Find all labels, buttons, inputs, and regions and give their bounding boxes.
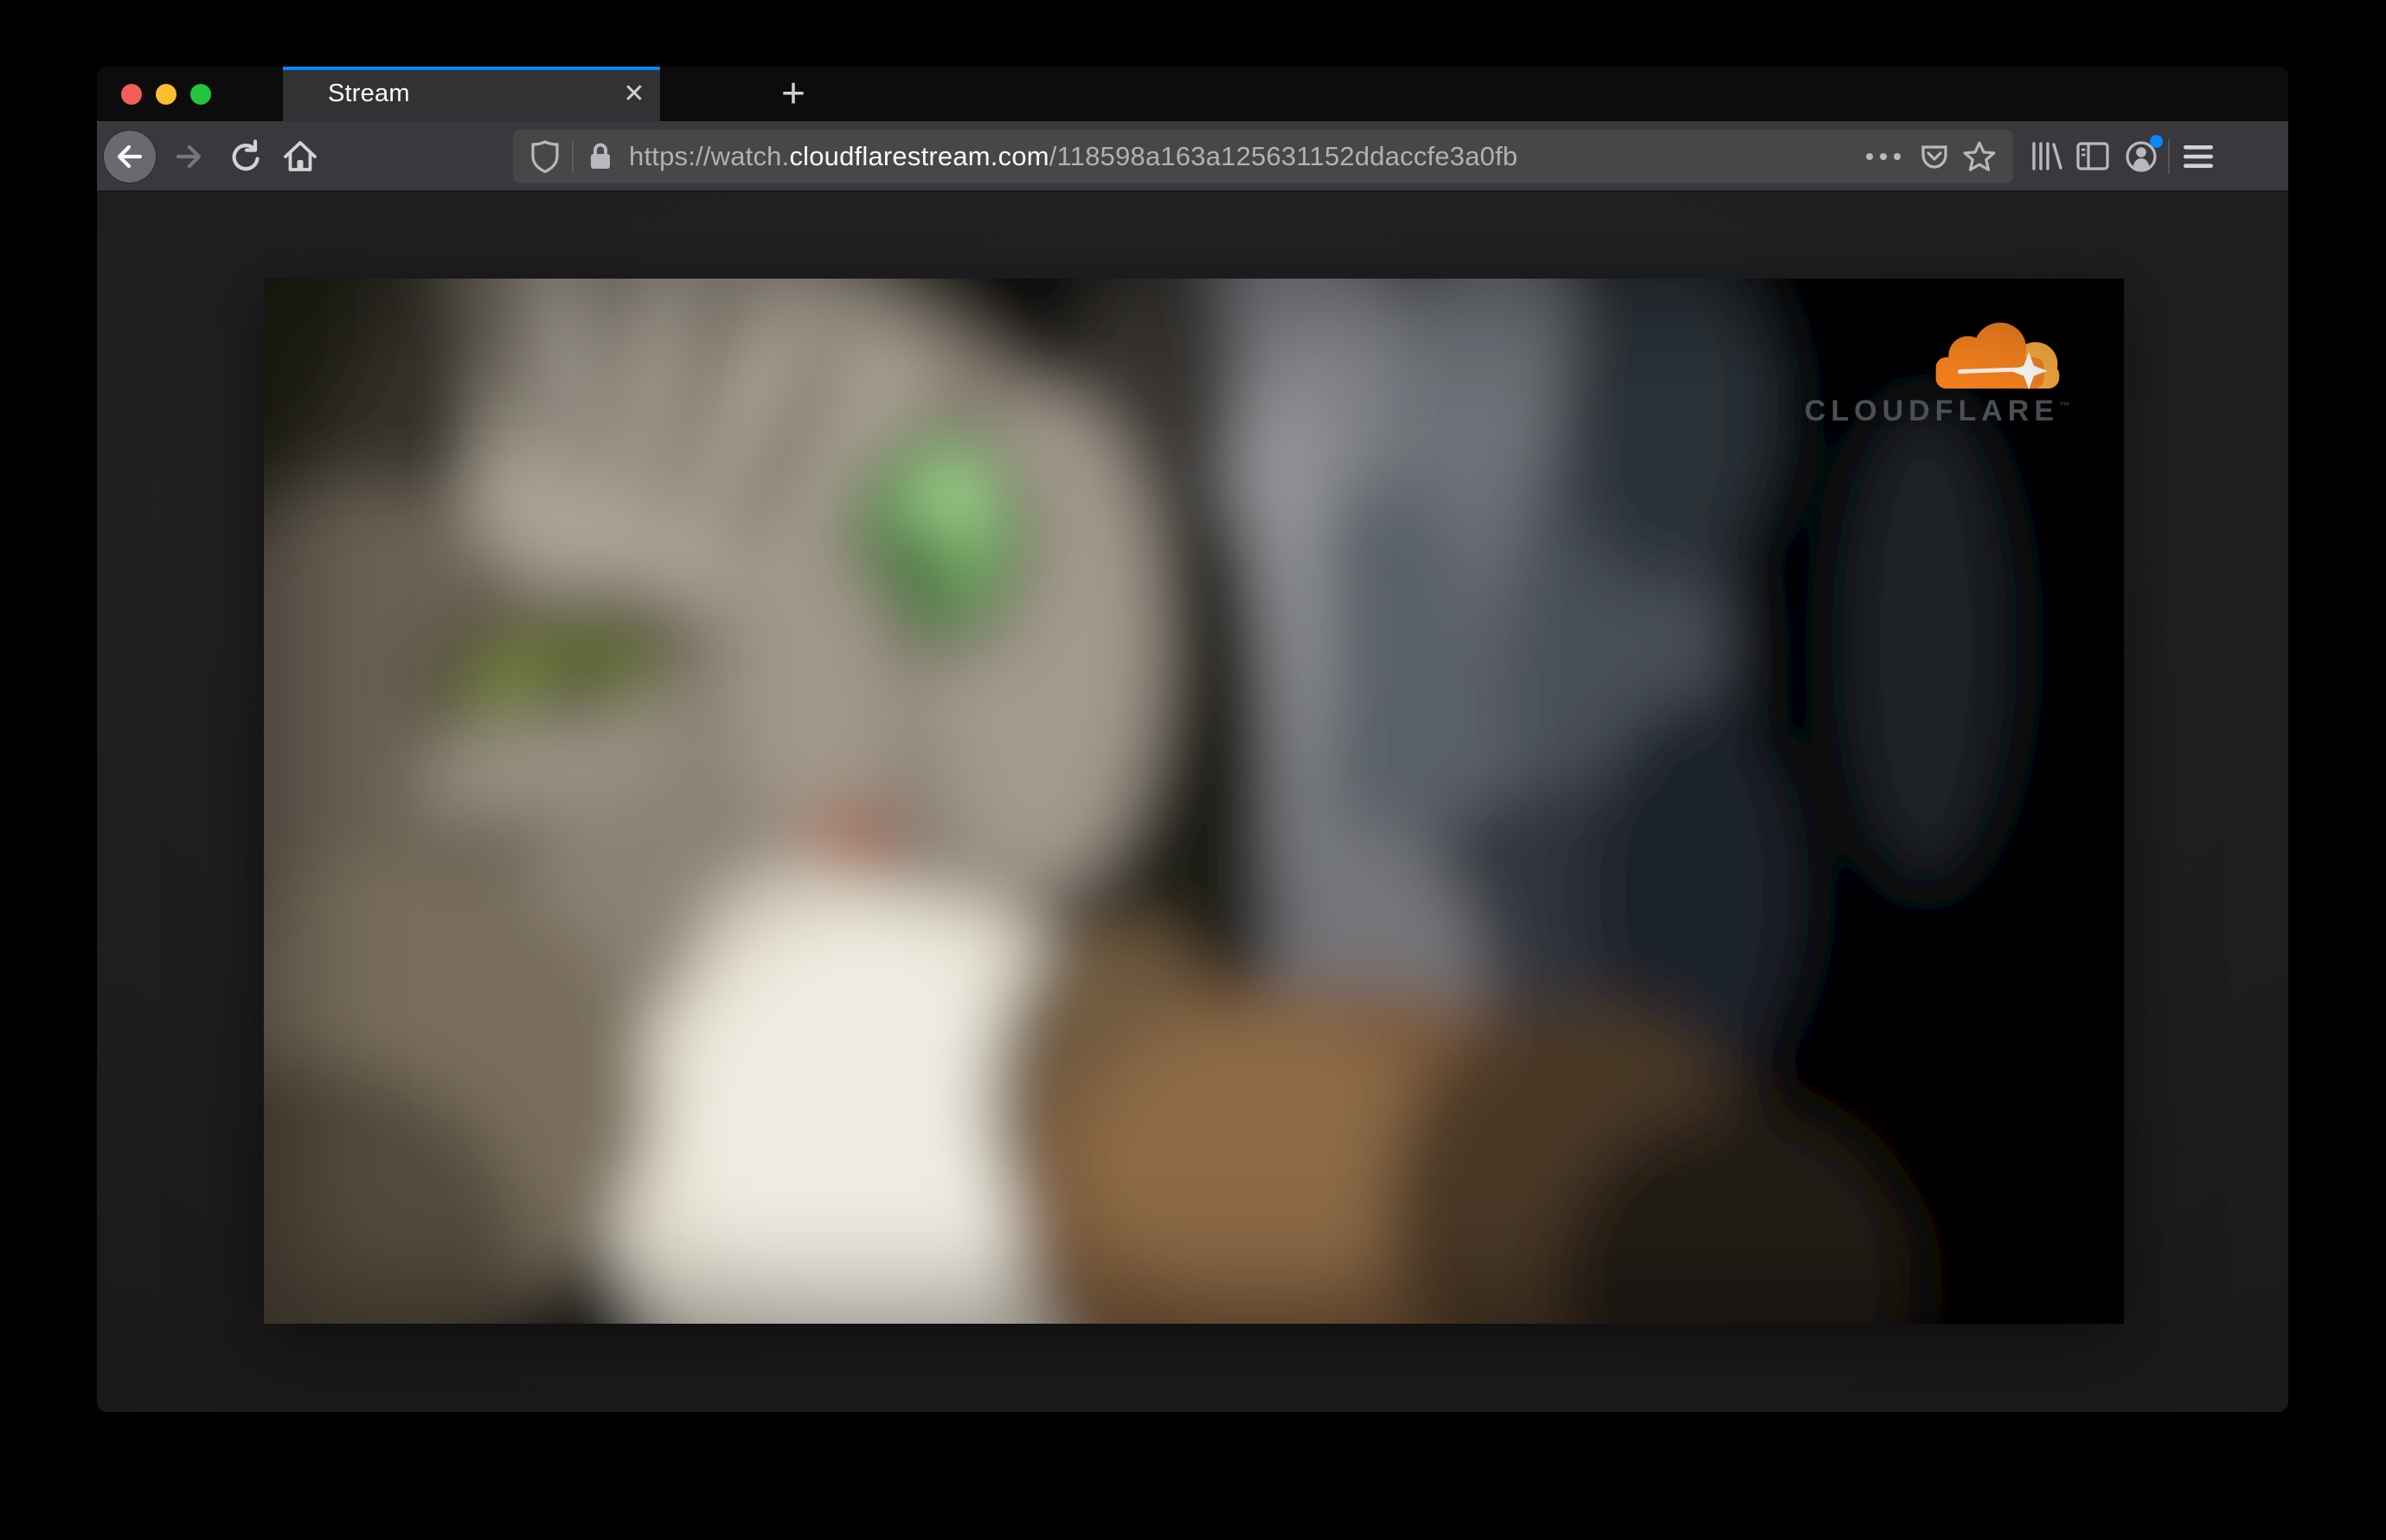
- page-content: CLOUDFLARE™: [97, 192, 2288, 1410]
- menu-icon: [2184, 145, 2213, 168]
- tracking-shield-icon: [531, 140, 559, 174]
- account-notification-dot: [2150, 135, 2163, 148]
- url-bar[interactable]: https://watch.cloudflarestream.com/11859…: [513, 130, 2013, 183]
- video-vignette: [264, 279, 2124, 1324]
- forward-button[interactable]: [165, 133, 212, 180]
- close-window-button[interactable]: [121, 83, 142, 105]
- tab-title: Stream: [328, 80, 410, 107]
- page-actions-button[interactable]: [1866, 153, 1901, 160]
- reload-icon: [232, 139, 260, 171]
- tab-bar: Stream ✕ +: [97, 67, 2288, 121]
- reload-button[interactable]: [221, 133, 268, 180]
- url-scheme: https://watch.: [629, 141, 790, 171]
- video-player[interactable]: CLOUDFLARE™: [264, 279, 2124, 1324]
- tab-stream[interactable]: Stream ✕: [283, 67, 660, 121]
- library-button[interactable]: [2023, 133, 2069, 180]
- new-tab-button[interactable]: +: [767, 67, 819, 121]
- navigation-toolbar: https://watch.cloudflarestream.com/11859…: [97, 121, 2288, 192]
- menu-button[interactable]: [2175, 133, 2222, 180]
- site-identity-button[interactable]: [582, 137, 619, 176]
- home-icon: [284, 141, 317, 171]
- home-button[interactable]: [277, 133, 324, 180]
- bookmark-button[interactable]: [1961, 137, 1998, 176]
- url-path: /118598a163a125631152ddaccfe3a0fb: [1049, 141, 1518, 171]
- page-actions-icon: [1866, 153, 1873, 160]
- sidebar-button[interactable]: [2069, 133, 2116, 180]
- urlbar-divider: [572, 141, 574, 172]
- page-actions-icon: [1880, 153, 1887, 160]
- back-button[interactable]: [104, 131, 156, 183]
- minimize-window-button[interactable]: [156, 83, 176, 105]
- bookmark-star-icon: [1963, 141, 1996, 171]
- account-button[interactable]: [2118, 133, 2165, 180]
- url-domain: cloudflarestream.com: [789, 141, 1049, 171]
- tracking-protection-button[interactable]: [527, 137, 563, 176]
- browser-window: Stream ✕ + https://watch.cloudflarestrea…: [97, 67, 2288, 1412]
- pocket-icon: [1921, 145, 1947, 169]
- back-icon: [117, 144, 143, 169]
- page-actions-icon: [1894, 153, 1901, 160]
- lock-icon: [591, 143, 610, 169]
- forward-icon: [176, 144, 202, 169]
- zoom-window-button[interactable]: [190, 83, 211, 105]
- url-text[interactable]: https://watch.cloudflarestream.com/11859…: [629, 141, 1866, 172]
- sidebar-icon: [2076, 142, 2109, 170]
- toolbar-divider: [2168, 139, 2170, 174]
- tab-close-icon[interactable]: ✕: [615, 75, 653, 113]
- pocket-button[interactable]: [1916, 137, 1953, 176]
- traffic-lights: [121, 67, 211, 121]
- active-tab-stripe: [283, 67, 660, 70]
- library-icon: [2032, 142, 2062, 170]
